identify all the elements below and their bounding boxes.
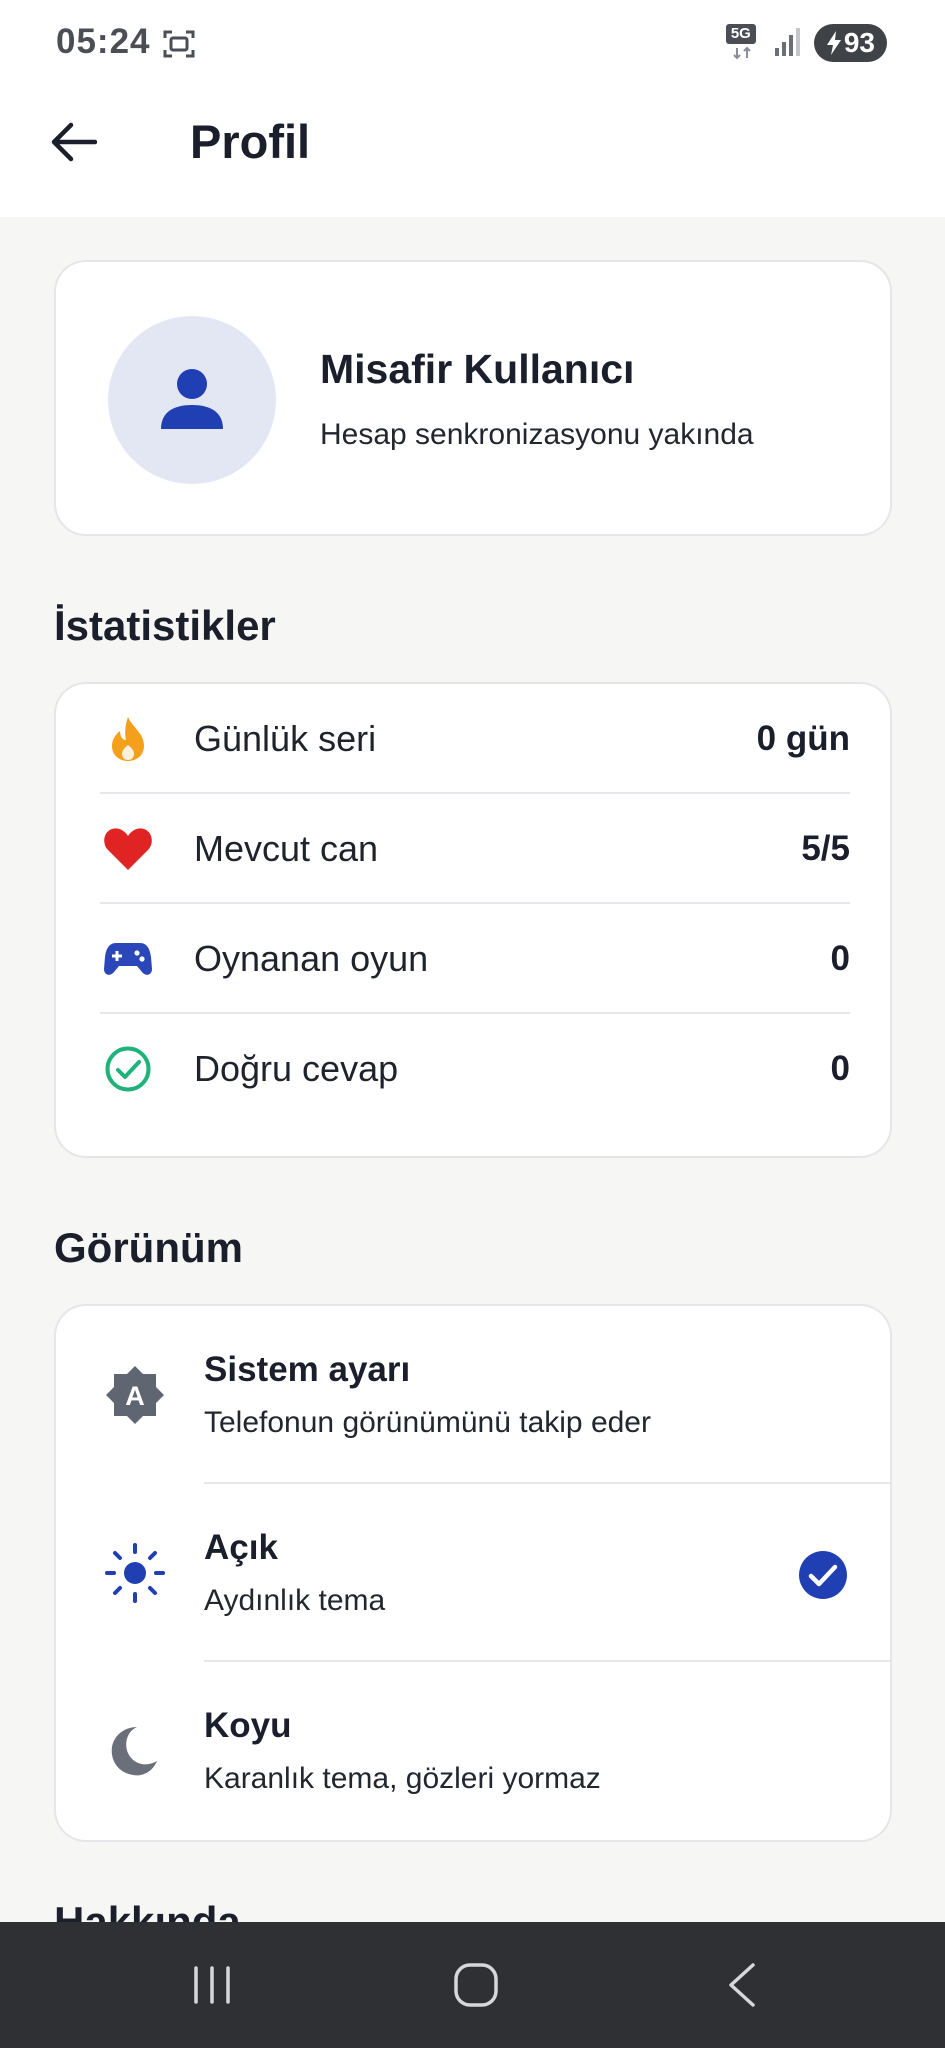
stat-value: 0 gün	[756, 719, 850, 758]
arrow-left-icon	[51, 122, 97, 162]
stat-row-lives: Mevcut can 5/5	[100, 794, 850, 904]
flame-icon	[100, 711, 156, 767]
status-bar: 05:24 5G 93	[0, 0, 945, 92]
profile-subtitle: Hesap senkronizasyonu yakında	[320, 418, 754, 451]
back-button[interactable]	[44, 112, 104, 172]
stat-value: 5/5	[801, 829, 850, 868]
battery-indicator: 93	[813, 24, 887, 62]
stat-value: 0	[830, 939, 850, 978]
auto-brightness-icon: A	[100, 1360, 170, 1430]
appearance-card: A Sistem ayarı Telefonun görünümünü taki…	[54, 1304, 892, 1842]
recent-apps-icon	[194, 1966, 230, 2004]
network-5g-icon: 5G	[725, 24, 760, 62]
profile-card: Misafir Kullanıcı Hesap senkronizasyonu …	[54, 260, 892, 536]
appearance-section-title: Görünüm	[54, 1224, 243, 1271]
selected-check-icon	[798, 1550, 848, 1600]
screenshot-icon	[162, 28, 196, 65]
stats-card: Günlük seri 0 gün Mevcut can 5/5 Oynanan…	[54, 682, 892, 1158]
stats-section-title: İstatistikler	[54, 602, 276, 649]
svg-text:A: A	[125, 1381, 145, 1411]
avatar	[108, 316, 276, 484]
moon-icon	[100, 1716, 170, 1786]
theme-option-dark[interactable]: Koyu Karanlık tema, gözleri yormaz	[56, 1662, 890, 1840]
recent-apps-button[interactable]	[172, 1950, 252, 2020]
stat-row-daily-streak: Günlük seri 0 gün	[100, 684, 850, 794]
theme-option-system[interactable]: A Sistem ayarı Telefonun görünümünü taki…	[56, 1306, 890, 1484]
option-subtitle: Telefonun görünümünü takip eder	[204, 1406, 651, 1439]
status-right: 5G 93	[725, 24, 887, 62]
stat-value: 0	[830, 1049, 850, 1088]
gamepad-icon	[100, 931, 156, 987]
system-navigation-bar	[0, 1922, 945, 2048]
signal-icon	[774, 26, 800, 61]
back-nav-button[interactable]	[702, 1950, 782, 2020]
status-time: 05:24	[56, 22, 151, 61]
option-title: Sistem ayarı	[204, 1350, 411, 1389]
stat-label: Oynanan oyun	[194, 938, 429, 979]
app-bar: Profil	[0, 92, 945, 217]
stat-label: Mevcut can	[194, 828, 379, 869]
home-icon	[454, 1963, 498, 2007]
battery-level: 93	[843, 27, 875, 58]
heart-icon	[100, 821, 156, 877]
profile-name: Misafir Kullanıcı	[320, 346, 635, 392]
stat-row-correct-answers: Doğru cevap 0	[100, 1014, 850, 1124]
theme-option-light[interactable]: Açık Aydınlık tema	[56, 1484, 890, 1662]
charging-bolt-icon	[826, 31, 841, 55]
person-icon	[161, 369, 223, 429]
stat-row-games-played: Oynanan oyun 0	[100, 904, 850, 1014]
page-title: Profil	[190, 115, 311, 168]
option-title: Koyu	[204, 1706, 292, 1745]
option-subtitle: Aydınlık tema	[204, 1584, 386, 1617]
option-title: Açık	[204, 1528, 278, 1567]
option-subtitle: Karanlık tema, gözleri yormaz	[204, 1762, 601, 1795]
home-button[interactable]	[436, 1950, 516, 2020]
stat-label: Günlük seri	[194, 718, 377, 759]
check-circle-icon	[100, 1041, 156, 1097]
chevron-left-icon	[729, 1963, 755, 2007]
network-label: 5G	[725, 24, 756, 44]
stat-label: Doğru cevap	[194, 1048, 399, 1089]
sun-icon	[100, 1538, 170, 1608]
